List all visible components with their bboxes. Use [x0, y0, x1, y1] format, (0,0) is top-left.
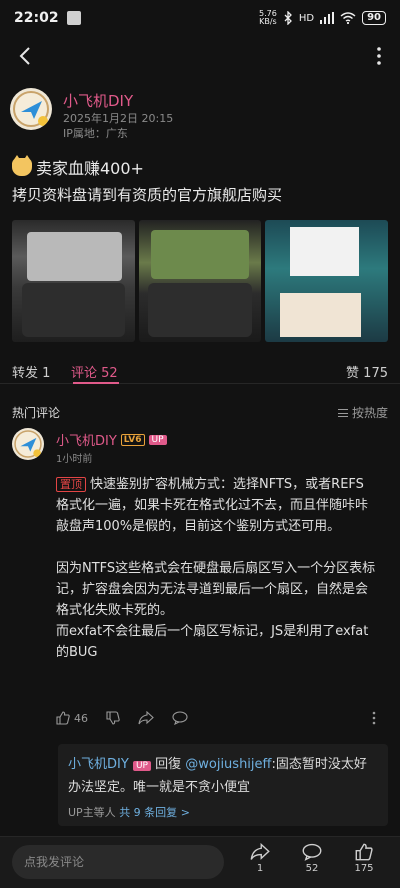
comment-avatar[interactable]: [12, 428, 44, 460]
thumbs-up-icon: [56, 711, 70, 725]
status-time: 22:02: [14, 10, 59, 26]
bluetooth-icon: [284, 11, 292, 25]
comment-input[interactable]: 点我发评论: [12, 845, 224, 879]
status-bar: 22:02 5.76 KB/s HD 90: [0, 0, 400, 36]
comment-time: 1小时前: [56, 454, 93, 465]
hot-comments-title: 热门评论: [12, 406, 61, 420]
comment-button[interactable]: 52: [292, 843, 332, 874]
post-author-block: 小飞机DIY 2025年1月2日 20:15 IP属地：广东: [0, 84, 400, 144]
tab-comment[interactable]: 评论 52: [71, 362, 118, 381]
post-time: 2025年1月2日 20:15: [63, 112, 174, 125]
comment-like-button[interactable]: 46: [56, 711, 88, 725]
reply-author[interactable]: 小飞机DIY: [68, 757, 129, 772]
author-name[interactable]: 小飞机DIY: [63, 90, 133, 111]
share-icon: [250, 843, 270, 860]
comment-more-icon[interactable]: [372, 711, 376, 725]
tab-like[interactable]: 赞 175: [346, 362, 388, 381]
sort-icon: [337, 408, 348, 417]
comment-author[interactable]: 小飞机DIY LV6 UP: [56, 430, 167, 449]
comment-actions: 46: [56, 708, 376, 728]
level-badge: LV6: [120, 433, 145, 446]
pinned-badge: 置顶: [56, 477, 86, 492]
comment-reply-button[interactable]: [172, 711, 188, 725]
reply-text: 小飞机DIY UP 回復 @wojiushijeff:固态暂时没太好办法坚定。唯…: [68, 757, 367, 795]
up-badge: UP: [148, 434, 167, 445]
reply-up-badge: UP: [132, 761, 151, 771]
thumbs-up-icon: [355, 843, 373, 861]
net-speed: 5.76 KB/s: [259, 9, 277, 26]
more-options-icon[interactable]: [374, 44, 384, 68]
post-images: [12, 220, 389, 342]
avatar[interactable]: [10, 88, 52, 130]
comment-bubble-icon: [302, 843, 322, 861]
comment-dislike-button[interactable]: [106, 711, 120, 725]
signal-icon: [320, 12, 335, 24]
comment-bubble-icon: [172, 711, 188, 725]
post-image-screenshot[interactable]: [265, 220, 389, 342]
post-body: 拷贝资料盘请到有资质的官方旗舰店购买: [12, 186, 283, 204]
network-type: HD: [298, 12, 315, 24]
tab-repost[interactable]: 转发 1: [12, 362, 50, 381]
post-tabs: 转发 1 评论 52 赞 175: [0, 356, 400, 384]
comment-share-button[interactable]: [138, 711, 154, 725]
sort-button[interactable]: 按热度: [337, 404, 388, 421]
wifi-icon: [340, 12, 356, 24]
thumbs-down-icon: [106, 711, 120, 725]
bottom-bar: 点我发评论 1 52 175: [0, 836, 400, 888]
post-image-pcb[interactable]: [138, 220, 262, 342]
share-icon: [138, 711, 154, 725]
cat-emoji-icon: [12, 155, 32, 176]
wrench-icon: [66, 11, 81, 25]
post-title: 卖家血赚400+: [12, 155, 144, 179]
battery-indicator: 90: [362, 11, 386, 25]
active-tab-indicator: [73, 382, 119, 384]
view-replies[interactable]: UP主等人 共 9 条回复 >: [68, 802, 378, 823]
post-image-hdd[interactable]: [12, 220, 135, 342]
ip-location: IP属地：广东: [63, 127, 128, 140]
top-nav: [0, 36, 400, 76]
share-button[interactable]: 1: [240, 843, 280, 874]
comment-text: 置顶 快速鉴别扩容机械方式：选择NFTS，或者REFS格式化一遍，如果卡死在格式化…: [56, 477, 376, 660]
like-button[interactable]: 175: [344, 843, 384, 874]
reply-mention[interactable]: @wojiushijeff: [185, 757, 271, 772]
reply-preview[interactable]: 小飞机DIY UP 回復 @wojiushijeff:固态暂时没太好办法坚定。唯…: [58, 744, 388, 826]
back-icon[interactable]: [14, 44, 38, 68]
chevron-right-icon: >: [180, 806, 190, 819]
